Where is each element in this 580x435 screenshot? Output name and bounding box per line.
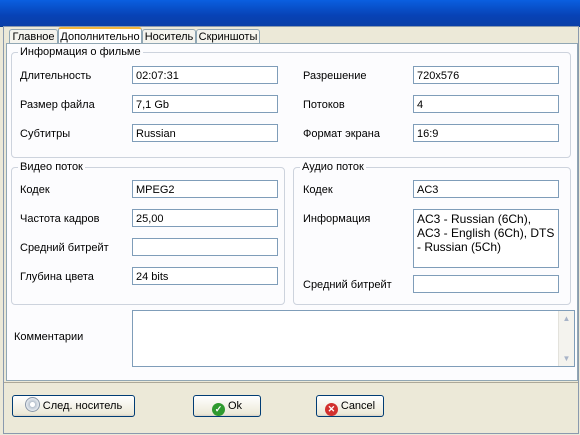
video-codec-field[interactable]: MPEG2 xyxy=(132,180,278,198)
scroll-down-icon[interactable]: ▼ xyxy=(560,352,573,365)
movie-info-legend: Информация о фильме xyxy=(20,46,141,58)
disc-icon xyxy=(24,397,40,412)
filesize-field[interactable]: 7,1 Gb xyxy=(132,95,278,113)
footer-separator xyxy=(4,382,578,383)
color-depth-field[interactable]: 24 bits xyxy=(132,267,278,285)
streams-field[interactable]: 4 xyxy=(413,95,559,113)
filesize-label: Размер файла xyxy=(20,99,95,111)
checkmark-icon: ✓ xyxy=(211,403,225,416)
cancel-label: Cancel xyxy=(340,400,376,412)
aspect-label: Формат экрана xyxy=(303,128,380,140)
audio-info-label: Информация xyxy=(303,213,371,225)
subtitles-field[interactable]: Russian xyxy=(132,124,278,142)
cancel-x-icon: ✕ xyxy=(324,403,338,416)
subtitles-label: Субтитры xyxy=(20,128,71,140)
fps-label: Частота кадров xyxy=(20,213,100,225)
resolution-label: Разрешение xyxy=(303,70,367,82)
next-media-label: След. носитель xyxy=(42,400,123,412)
streams-label: Потоков xyxy=(303,99,345,111)
audio-codec-label: Кодек xyxy=(303,184,333,196)
cancel-button[interactable]: ✕ Cancel xyxy=(316,395,384,417)
comment-label: Комментарии xyxy=(14,331,84,343)
color-depth-label: Глубина цвета xyxy=(20,271,94,283)
aspect-field[interactable]: 16:9 xyxy=(413,124,559,142)
audio-stream-legend: Аудио поток xyxy=(302,161,364,173)
audio-info-field[interactable]: AC3 - Russian (6Ch), AC3 - English (6Ch)… xyxy=(413,209,559,268)
next-media-button[interactable]: След. носитель xyxy=(12,395,135,417)
video-bitrate-label: Средний битрейт xyxy=(20,242,109,254)
video-codec-label: Кодек xyxy=(20,184,50,196)
fps-field[interactable]: 25,00 xyxy=(132,209,278,227)
audio-bitrate-field[interactable] xyxy=(413,275,559,293)
resolution-field[interactable]: 720x576 xyxy=(413,66,559,84)
duration-field[interactable]: 02:07:31 xyxy=(132,66,278,84)
video-bitrate-field[interactable] xyxy=(132,238,278,256)
audio-bitrate-label: Средний битрейт xyxy=(303,279,392,291)
comment-scrollbar[interactable]: ▲ ▼ xyxy=(558,311,574,366)
scroll-up-icon[interactable]: ▲ xyxy=(560,312,573,325)
ok-label: Ok xyxy=(227,400,243,412)
ok-button[interactable]: ✓ Ok xyxy=(193,395,261,417)
audio-codec-field[interactable]: AC3 xyxy=(413,180,559,198)
video-stream-legend: Видео поток xyxy=(20,161,83,173)
window-title-bar[interactable] xyxy=(0,0,580,27)
dialog-client-area: Главное Дополнительно Носитель Скриншоты… xyxy=(3,26,579,434)
duration-label: Длительность xyxy=(20,70,92,82)
tab-panel-additional: Информация о фильме Длительность 02:07:3… xyxy=(6,43,578,381)
comment-textarea[interactable]: ▲ ▼ xyxy=(132,310,575,367)
